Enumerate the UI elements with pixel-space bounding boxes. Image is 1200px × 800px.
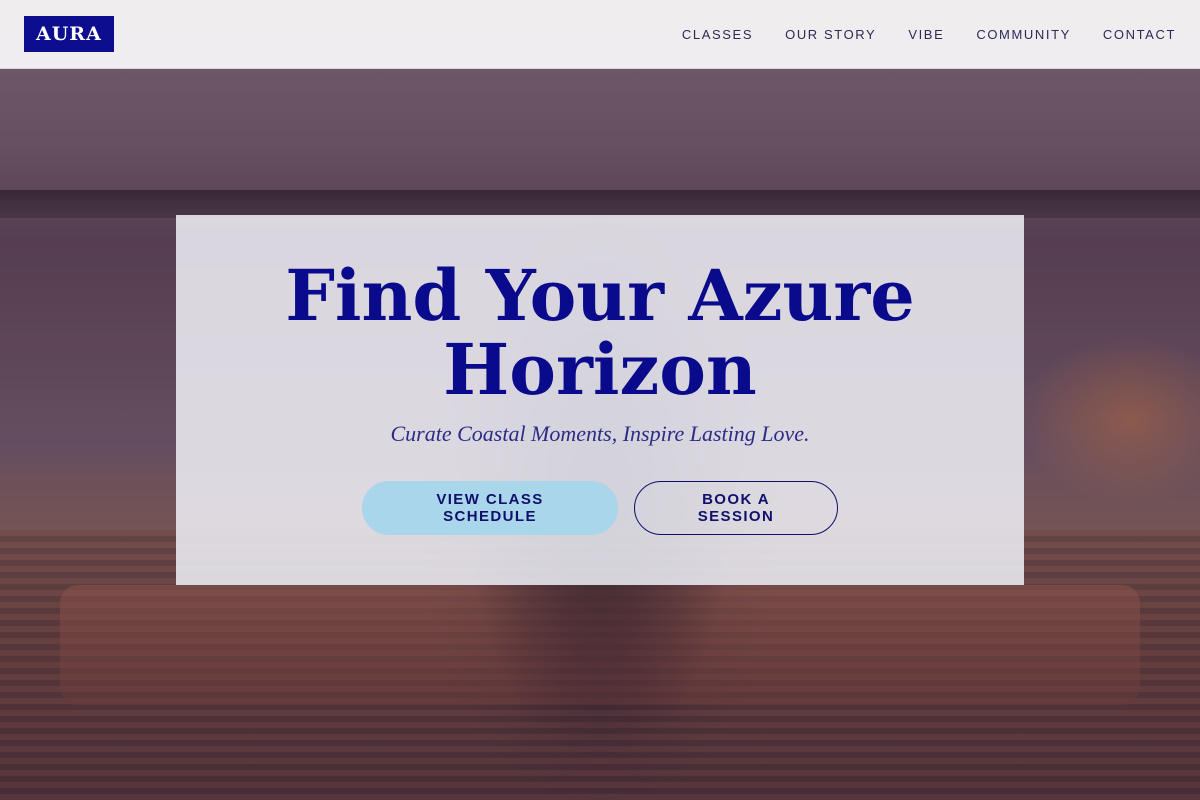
brand-logo[interactable]: AURA [24, 16, 114, 52]
nav-link-community[interactable]: COMMUNITY [976, 27, 1071, 42]
hero-title: Find Your Azure Horizon [285, 254, 915, 411]
nav-link-our-story[interactable]: OUR STORY [785, 27, 876, 42]
top-navbar: AURA CLASSES OUR STORY VIBE COMMUNITY CO… [0, 0, 1200, 69]
nav-link-contact[interactable]: CONTACT [1103, 27, 1176, 42]
hero-card: Find Your Azure Horizon Curate Coastal M… [176, 215, 1024, 585]
nav-link-classes[interactable]: CLASSES [682, 27, 753, 42]
hero-subtitle: Curate Coastal Moments, Inspire Lasting … [390, 421, 810, 446]
hero-cta-row: VIEW CLASS SCHEDULE BOOK A SESSION [362, 481, 838, 535]
book-a-session-button[interactable]: BOOK A SESSION [634, 481, 838, 535]
nav-link-vibe[interactable]: VIBE [908, 27, 944, 42]
main-nav: CLASSES OUR STORY VIBE COMMUNITY CONTACT [682, 27, 1176, 42]
view-class-schedule-button[interactable]: VIEW CLASS SCHEDULE [362, 481, 618, 535]
